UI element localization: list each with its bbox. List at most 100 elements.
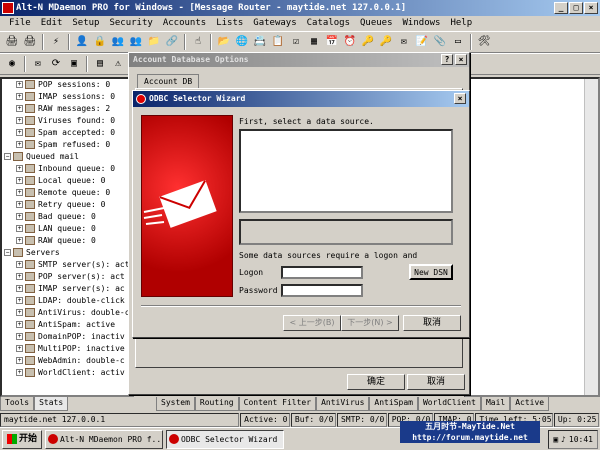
- group-icon[interactable]: 👥: [128, 34, 144, 50]
- tree-item[interactable]: + Viruses found: 0: [2, 115, 132, 127]
- refresh-icon[interactable]: ⟳: [48, 56, 64, 72]
- tree-item[interactable]: + Local queue: 0: [2, 175, 132, 187]
- paperclip-icon[interactable]: 📎: [432, 34, 448, 50]
- tree-item[interactable]: + LDAP: double-click: [2, 295, 132, 307]
- expand-toggle-icon[interactable]: +: [16, 369, 23, 376]
- tab-mail[interactable]: Mail: [480, 397, 511, 411]
- tab-content-filter[interactable]: Content Filter: [238, 397, 317, 411]
- globe-icon[interactable]: 🌐: [234, 34, 250, 50]
- folder-icon[interactable]: 📁: [146, 34, 162, 50]
- data-source-list[interactable]: [239, 129, 453, 213]
- password-input[interactable]: [281, 284, 363, 297]
- connection-icon[interactable]: ◉: [4, 56, 20, 72]
- expand-toggle-icon[interactable]: +: [16, 213, 23, 220]
- next-button[interactable]: 下一步(N) >: [341, 315, 399, 331]
- tree-item[interactable]: + RAW messages: 2: [2, 103, 132, 115]
- expand-toggle-icon[interactable]: +: [16, 225, 23, 232]
- tab-worldclient[interactable]: WorldClient: [417, 397, 481, 411]
- expand-toggle-icon[interactable]: +: [16, 261, 23, 268]
- tree-item[interactable]: + DomainPOP: inactiv: [2, 331, 132, 343]
- menu-queues[interactable]: Queues: [355, 16, 398, 31]
- log-pane[interactable]: [464, 77, 600, 397]
- connect-icon[interactable]: ⚡: [48, 34, 64, 50]
- menu-security[interactable]: Security: [104, 16, 157, 31]
- task-odbc-wizard[interactable]: ODBC Selector Wizard: [166, 429, 285, 449]
- tab-system[interactable]: System: [156, 397, 195, 411]
- tab-tools[interactable]: Tools: [0, 397, 35, 411]
- menu-catalogs[interactable]: Catalogs: [302, 16, 355, 31]
- queue-icon[interactable]: ▤: [92, 56, 108, 72]
- printer-icon[interactable]: 🖨: [4, 34, 20, 50]
- expand-toggle-icon[interactable]: +: [16, 357, 23, 364]
- open-folder-icon[interactable]: 📂: [216, 34, 232, 50]
- odbc-close-button[interactable]: ×: [454, 93, 466, 104]
- tab-account-db[interactable]: Account DB: [137, 74, 200, 88]
- notes-icon[interactable]: 📝: [414, 34, 430, 50]
- tree-item[interactable]: + POP sessions: 0: [2, 79, 132, 91]
- tab-active[interactable]: Active: [510, 397, 550, 411]
- lock-icon[interactable]: 🔒: [92, 34, 108, 50]
- expand-toggle-icon[interactable]: +: [16, 345, 23, 352]
- tree-item[interactable]: − Queued mail: [2, 151, 132, 163]
- address-book-icon[interactable]: 📇: [252, 34, 268, 50]
- users-icon[interactable]: 👥: [110, 34, 126, 50]
- expand-toggle-icon[interactable]: +: [16, 129, 23, 136]
- network-icon[interactable]: ▣: [553, 431, 558, 448]
- user-manager-icon[interactable]: 👤: [74, 34, 90, 50]
- alarm-clock-icon[interactable]: ⏰: [342, 34, 358, 50]
- volume-icon[interactable]: ♪: [561, 431, 566, 448]
- share-icon[interactable]: 🔗: [164, 34, 180, 50]
- expand-toggle-icon[interactable]: +: [16, 309, 23, 316]
- menu-edit[interactable]: Edit: [36, 16, 68, 31]
- odbc-wizard-title-bar[interactable]: ODBC Selector Wizard ×: [133, 91, 469, 107]
- tree-item[interactable]: + IMAP server(s): ac: [2, 283, 132, 295]
- new-dsn-button[interactable]: New DSN: [409, 264, 453, 280]
- tab-routing[interactable]: Routing: [194, 397, 239, 411]
- vertical-scrollbar[interactable]: [584, 79, 598, 395]
- expand-toggle-icon[interactable]: +: [16, 165, 23, 172]
- mail-icon[interactable]: ✉: [30, 56, 46, 72]
- tree-item[interactable]: + MultiPOP: inactive: [2, 343, 132, 355]
- odbc-cancel-button[interactable]: 取消: [403, 315, 461, 331]
- task-mdaemon[interactable]: Alt-N MDaemon PRO f...: [45, 429, 164, 449]
- expand-toggle-icon[interactable]: −: [4, 153, 11, 160]
- tab-antivirus[interactable]: AntiVirus: [316, 397, 370, 411]
- expand-toggle-icon[interactable]: +: [16, 141, 23, 148]
- minimize-button[interactable]: _: [554, 2, 568, 14]
- expand-toggle-icon[interactable]: +: [16, 117, 23, 124]
- tree-item[interactable]: − Servers: [2, 247, 132, 259]
- menu-gateways[interactable]: Gateways: [248, 16, 301, 31]
- account-db-cancel-button[interactable]: 取消: [407, 374, 465, 390]
- tree-item[interactable]: + Retry queue: 0: [2, 199, 132, 211]
- tree-item[interactable]: + Bad queue: 0: [2, 211, 132, 223]
- expand-toggle-icon[interactable]: +: [16, 297, 23, 304]
- expand-toggle-icon[interactable]: +: [16, 273, 23, 280]
- tree-item[interactable]: + IMAP sessions: 0: [2, 91, 132, 103]
- tab-stats[interactable]: Stats: [34, 397, 69, 411]
- list-icon[interactable]: 📋: [270, 34, 286, 50]
- expand-toggle-icon[interactable]: +: [16, 237, 23, 244]
- tree-item[interactable]: + AntiSpam: active: [2, 319, 132, 331]
- expand-toggle-icon[interactable]: +: [16, 189, 23, 196]
- menu-lists[interactable]: Lists: [211, 16, 248, 31]
- expand-toggle-icon[interactable]: +: [16, 177, 23, 184]
- tab-antispam[interactable]: AntiSpam: [369, 397, 418, 411]
- menu-help[interactable]: Help: [445, 16, 477, 31]
- contact-icon[interactable]: ▣: [66, 56, 82, 72]
- tree-item[interactable]: + LAN queue: 0: [2, 223, 132, 235]
- ok-button[interactable]: 确定: [347, 374, 405, 390]
- account-db-title-bar[interactable]: Account Database Options ? ×: [129, 53, 469, 67]
- pointer-icon[interactable]: ☝: [190, 34, 206, 50]
- main-title-bar[interactable]: Alt-N MDaemon PRO for Windows - [Message…: [0, 0, 600, 16]
- menu-accounts[interactable]: Accounts: [158, 16, 211, 31]
- expand-toggle-icon[interactable]: +: [16, 285, 23, 292]
- stats-tree[interactable]: + POP sessions: 0 + IMAP sessions: 0 + RAW me…: [0, 77, 134, 397]
- tools-icon[interactable]: 🛠: [476, 34, 492, 50]
- clock[interactable]: 10:41: [569, 431, 593, 448]
- close-button[interactable]: ×: [584, 2, 598, 14]
- key-icon[interactable]: 🔑: [378, 34, 394, 50]
- expand-toggle-icon[interactable]: +: [16, 81, 23, 88]
- window-icon[interactable]: ▭: [450, 34, 466, 50]
- envelope-icon[interactable]: ✉: [396, 34, 412, 50]
- tree-item[interactable]: + AntiVirus: double-c: [2, 307, 132, 319]
